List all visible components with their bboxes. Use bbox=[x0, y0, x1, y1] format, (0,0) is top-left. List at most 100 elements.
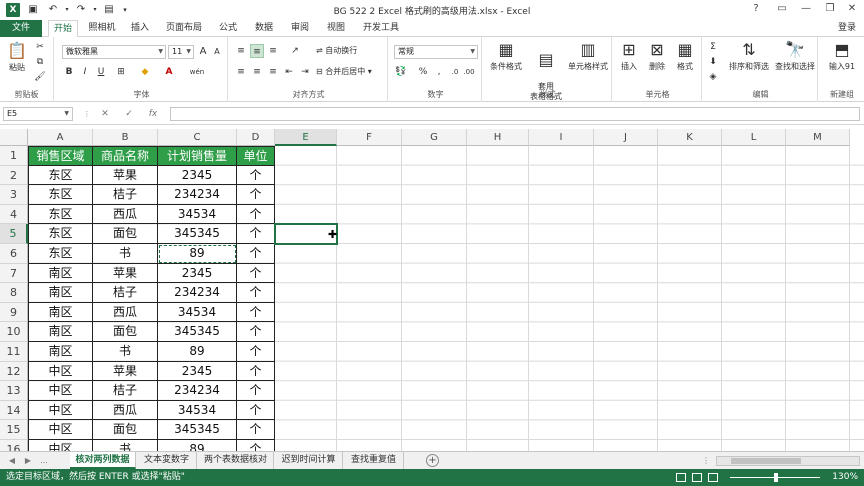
more-icon[interactable]: ⋮ bbox=[80, 107, 94, 121]
minimize-icon[interactable]: — bbox=[796, 1, 816, 17]
table-cell-unit[interactable]: 个 bbox=[237, 381, 275, 401]
table-cell-region[interactable]: 东区 bbox=[28, 204, 93, 225]
insert-cells-button[interactable]: ⊞ 插入 bbox=[616, 40, 642, 72]
insert-function-icon[interactable]: fx bbox=[146, 107, 160, 121]
align-center-icon[interactable]: ≡ bbox=[250, 65, 264, 79]
fill-icon[interactable]: ⬇ bbox=[706, 55, 720, 69]
table-cell-product[interactable]: 桔子 bbox=[93, 381, 158, 401]
row-header-6[interactable]: 6 bbox=[0, 244, 28, 264]
tab-view[interactable]: 视图 bbox=[322, 20, 350, 37]
formula-input[interactable] bbox=[170, 107, 860, 121]
row-header-7[interactable]: 7 bbox=[0, 263, 28, 284]
close-icon[interactable]: ✕ bbox=[842, 1, 862, 17]
help-icon[interactable]: ? bbox=[746, 1, 766, 17]
column-header-j[interactable]: J bbox=[594, 129, 658, 146]
row-header-14[interactable]: 14 bbox=[0, 400, 28, 421]
table-cell-region[interactable]: 中区 bbox=[28, 361, 93, 382]
column-header-e[interactable]: E bbox=[275, 129, 337, 146]
horizontal-scrollbar[interactable] bbox=[716, 456, 860, 466]
table-cell-qty[interactable]: 234234 bbox=[158, 185, 237, 205]
row-header-5[interactable]: 5 bbox=[0, 224, 28, 244]
tab-page-layout[interactable]: 页面布局 bbox=[160, 20, 208, 37]
scroll-thumb[interactable] bbox=[731, 458, 801, 464]
row-header-1[interactable]: 1 bbox=[0, 146, 28, 166]
cancel-icon[interactable]: ✕ bbox=[98, 107, 112, 121]
font-size-select[interactable]: 11 ▼ bbox=[168, 45, 194, 59]
percent-button[interactable]: % bbox=[416, 65, 430, 79]
align-left-icon[interactable]: ≡ bbox=[234, 65, 248, 79]
table-cell-unit[interactable]: 个 bbox=[237, 165, 275, 186]
column-header-k[interactable]: K bbox=[658, 129, 722, 146]
align-right-icon[interactable]: ≡ bbox=[266, 65, 280, 79]
row-header-8[interactable]: 8 bbox=[0, 283, 28, 303]
table-cell-product[interactable]: 西瓜 bbox=[93, 302, 158, 323]
borders-icon[interactable]: ⊞ bbox=[114, 65, 128, 79]
table-cell-qty[interactable]: 345345 bbox=[158, 322, 237, 342]
increase-decimal-icon[interactable]: .0 bbox=[448, 65, 462, 79]
ribbon-display-icon[interactable]: ▭ bbox=[772, 1, 792, 17]
table-cell-product[interactable]: 桔子 bbox=[93, 283, 158, 303]
zoom-thumb[interactable] bbox=[774, 473, 778, 482]
table-cell-qty[interactable]: 89 bbox=[158, 440, 237, 451]
table-header-cell[interactable]: 计划销售量 bbox=[158, 146, 237, 166]
row-header-15[interactable]: 15 bbox=[0, 420, 28, 440]
merge-center-button[interactable]: ⊟ 合并后居中 ▾ bbox=[316, 66, 372, 78]
table-cell-product[interactable]: 苹果 bbox=[93, 263, 158, 284]
table-cell-region[interactable]: 东区 bbox=[28, 185, 93, 205]
wrap-text-button[interactable]: ⇌ 自动换行 bbox=[316, 45, 357, 57]
table-cell-region[interactable]: 中区 bbox=[28, 400, 93, 421]
column-header-f[interactable]: F bbox=[337, 129, 402, 146]
font-color-icon[interactable]: A bbox=[162, 65, 176, 79]
row-header-16[interactable]: 16 bbox=[0, 440, 28, 451]
align-bottom-icon[interactable]: ≡ bbox=[266, 44, 280, 58]
conditional-format-button[interactable]: ▦ 条件格式 bbox=[486, 40, 526, 72]
tab-insert[interactable]: 插入 bbox=[126, 20, 154, 37]
tab-review[interactable]: 审阅 bbox=[286, 20, 314, 37]
orientation-icon[interactable]: ↗ bbox=[288, 44, 302, 58]
sheet-tab-1[interactable]: 文本変数字 bbox=[137, 452, 197, 469]
accounting-format-icon[interactable]: 💱 bbox=[394, 65, 408, 79]
table-cell-unit[interactable]: 个 bbox=[237, 400, 275, 421]
zoom-level[interactable]: 130% bbox=[832, 469, 858, 486]
table-cell-qty[interactable]: 234234 bbox=[158, 283, 237, 303]
table-cell-unit[interactable]: 个 bbox=[237, 322, 275, 342]
sheet-tab-0[interactable]: 核对两列数据 bbox=[70, 452, 136, 469]
tab-data[interactable]: 数据 bbox=[250, 20, 278, 37]
underline-button[interactable]: U bbox=[94, 65, 108, 79]
cut-icon[interactable]: ✂ bbox=[33, 40, 47, 54]
table-cell-region[interactable]: 南区 bbox=[28, 263, 93, 284]
italic-button[interactable]: I bbox=[78, 65, 92, 79]
find-select-button[interactable]: 🔭 查找和选择 bbox=[772, 40, 818, 72]
table-cell-product[interactable]: 书 bbox=[93, 342, 158, 362]
table-cell-qty[interactable]: 345345 bbox=[158, 224, 237, 244]
table-cell-region[interactable]: 东区 bbox=[28, 165, 93, 186]
table-cell-product[interactable]: 西瓜 bbox=[93, 400, 158, 421]
page-break-view-icon[interactable] bbox=[708, 473, 718, 482]
table-cell-unit[interactable]: 个 bbox=[237, 302, 275, 323]
table-cell-product[interactable]: 面包 bbox=[93, 420, 158, 440]
column-header-g[interactable]: G bbox=[402, 129, 467, 146]
align-top-icon[interactable]: ≡ bbox=[234, 44, 248, 58]
decrease-indent-icon[interactable]: ⇤ bbox=[282, 65, 296, 79]
tab-developer[interactable]: 开发工具 bbox=[358, 20, 404, 37]
row-header-11[interactable]: 11 bbox=[0, 342, 28, 362]
sheet-tab-4[interactable]: 查找重复值 bbox=[344, 452, 404, 469]
align-middle-icon[interactable]: ≡ bbox=[250, 44, 264, 58]
enter-icon[interactable]: ✓ bbox=[122, 107, 136, 121]
table-cell-qty[interactable]: 2345 bbox=[158, 263, 237, 284]
sheet-tab-2[interactable]: 两个表数据核对 bbox=[198, 452, 274, 469]
table-cell-product[interactable]: 面包 bbox=[93, 322, 158, 342]
table-cell-unit[interactable]: 个 bbox=[237, 283, 275, 303]
table-cell-region[interactable]: 中区 bbox=[28, 440, 93, 451]
add-sheet-icon[interactable]: + bbox=[426, 454, 439, 467]
row-header-12[interactable]: 12 bbox=[0, 361, 28, 382]
bold-button[interactable]: B bbox=[62, 65, 76, 79]
table-cell-qty[interactable]: 345345 bbox=[158, 420, 237, 440]
table-cell-product[interactable]: 桔子 bbox=[93, 185, 158, 205]
number-format-select[interactable]: 常规 ▼ bbox=[394, 45, 478, 59]
tab-camera[interactable]: 照相机 bbox=[84, 20, 120, 37]
delete-cells-button[interactable]: ⊠ 删除 bbox=[644, 40, 670, 72]
table-cell-region[interactable]: 南区 bbox=[28, 283, 93, 303]
table-header-cell[interactable]: 商品名称 bbox=[93, 146, 158, 166]
tab-home[interactable]: 开始 bbox=[48, 20, 78, 38]
